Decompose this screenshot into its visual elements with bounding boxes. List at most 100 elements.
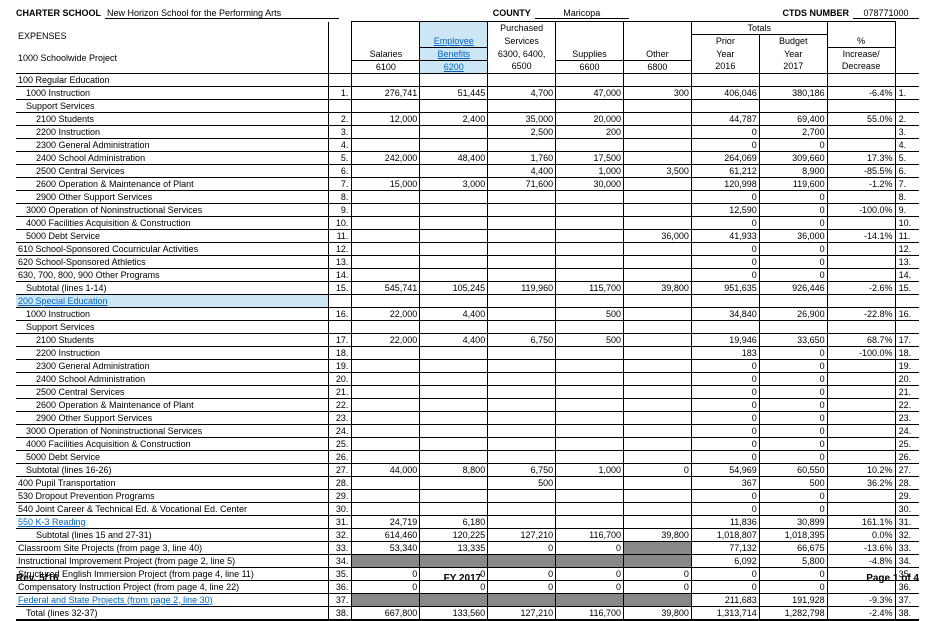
table-row: 2400 School Administration5.242,00048,40… [16, 151, 919, 164]
row-value [827, 255, 895, 268]
row-value [420, 346, 488, 359]
table-row: 2500 Central Services6.4,4001,0003,50061… [16, 164, 919, 177]
row-value [623, 73, 691, 86]
row-value: 0 [759, 268, 827, 281]
table-row: 5000 Debt Service26.0026. [16, 450, 919, 463]
row-description: 550 K-3 Reading [16, 515, 328, 528]
row-value [556, 450, 624, 463]
row-value [556, 190, 624, 203]
row-value: 24,719 [352, 515, 420, 528]
row-value [352, 164, 420, 177]
row-value [623, 216, 691, 229]
row-value [488, 203, 556, 216]
row-value [759, 73, 827, 86]
row-value [352, 372, 420, 385]
row-value: 66,675 [759, 541, 827, 554]
col-benefits-2: Benefits [437, 49, 470, 59]
row-value [623, 190, 691, 203]
row-line-number-right [895, 294, 919, 307]
row-value: 2,700 [759, 125, 827, 138]
row-line-number-right: 31. [895, 515, 919, 528]
row-value [623, 177, 691, 190]
row-line-number-right: 1. [895, 86, 919, 99]
row-value [420, 450, 488, 463]
row-value: 0 [556, 541, 624, 554]
row-description: 2500 Central Services [16, 385, 328, 398]
row-value [488, 229, 556, 242]
row-value: 4,400 [488, 164, 556, 177]
row-description: Federal and State Projects (from page 2,… [16, 593, 328, 606]
row-description: 620 School-Sponsored Athletics [16, 255, 328, 268]
row-value [623, 489, 691, 502]
row-value [488, 320, 556, 333]
row-value: 0 [759, 203, 827, 216]
row-value [352, 385, 420, 398]
table-row: 4000 Facilities Acquisition & Constructi… [16, 437, 919, 450]
row-line-number [328, 73, 352, 86]
row-value: 1,760 [488, 151, 556, 164]
row-value [623, 502, 691, 515]
row-value: 6,750 [488, 463, 556, 476]
table-row: 1000 Instruction1.276,74151,4454,70047,0… [16, 86, 919, 99]
row-value: 36.2% [827, 476, 895, 489]
row-value: 0 [759, 255, 827, 268]
row-value: 0 [759, 489, 827, 502]
row-value: 500 [556, 307, 624, 320]
table-row: Support Services [16, 320, 919, 333]
row-line-number-right [895, 320, 919, 333]
row-value [623, 346, 691, 359]
row-value [556, 216, 624, 229]
ctds-value: 078771000 [853, 8, 919, 19]
row-value: 17.3% [827, 151, 895, 164]
row-value: 500 [488, 476, 556, 489]
row-value [827, 437, 895, 450]
row-value [623, 242, 691, 255]
row-value [420, 125, 488, 138]
table-row: 630, 700, 800, 900 Other Programs14.0014… [16, 268, 919, 281]
row-value [759, 294, 827, 307]
row-value: 133,560 [420, 606, 488, 620]
col-py-3: 2016 [691, 60, 759, 73]
row-value: 127,210 [488, 606, 556, 620]
row-value: 1,018,395 [759, 528, 827, 541]
row-value [827, 294, 895, 307]
row-value: 15,000 [352, 177, 420, 190]
row-value: 54,969 [691, 463, 759, 476]
row-line-number: 13. [328, 255, 352, 268]
row-value: -9.3% [827, 593, 895, 606]
col-other-2: 6800 [623, 60, 691, 73]
row-value: 68.7% [827, 333, 895, 346]
table-row: 2500 Central Services21.0021. [16, 385, 919, 398]
row-value [352, 190, 420, 203]
row-value: 0 [759, 372, 827, 385]
row-line-number-right: 16. [895, 307, 919, 320]
row-value: 0 [691, 255, 759, 268]
row-value: 33,650 [759, 333, 827, 346]
row-value: 500 [759, 476, 827, 489]
row-value: 8,900 [759, 164, 827, 177]
row-value [623, 307, 691, 320]
row-description: Subtotal (lines 15 and 27-31) [16, 528, 328, 541]
row-value: 36,000 [623, 229, 691, 242]
row-value: 1,313,714 [691, 606, 759, 620]
row-value: 0 [691, 242, 759, 255]
row-value [623, 385, 691, 398]
row-line-number-right: 26. [895, 450, 919, 463]
row-value [623, 372, 691, 385]
row-value: 0 [759, 450, 827, 463]
row-value [488, 385, 556, 398]
col-py-2: Year [691, 47, 759, 60]
row-value: 0 [759, 359, 827, 372]
row-description: Subtotal (lines 16-26) [16, 463, 328, 476]
row-value [352, 437, 420, 450]
col-pct-1: % [827, 22, 895, 48]
row-value [420, 593, 488, 606]
project-title: 1000 Schoolwide Project [18, 53, 326, 63]
row-value [827, 385, 895, 398]
table-row: 200 Special Education [16, 294, 919, 307]
col-by-2: Year [759, 47, 827, 60]
row-value [352, 359, 420, 372]
header-row: CHARTER SCHOOL New Horizon School for th… [16, 8, 919, 19]
row-description: 1000 Instruction [16, 307, 328, 320]
row-value: 34,840 [691, 307, 759, 320]
